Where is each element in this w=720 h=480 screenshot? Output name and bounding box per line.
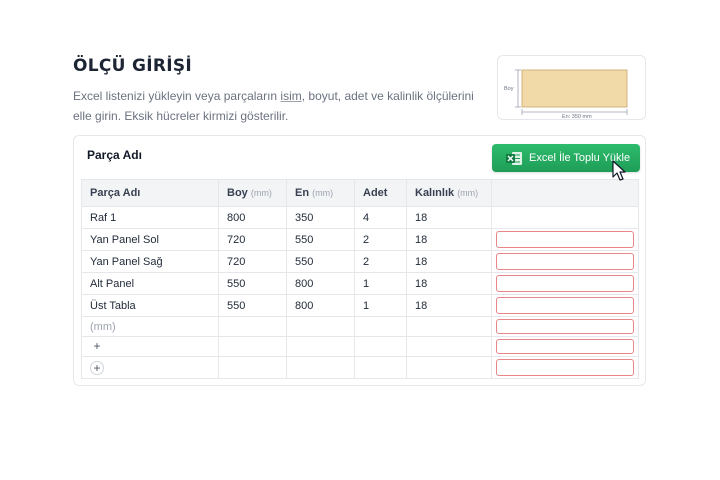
description-text: Excel listenizi yükleyin veya parçaların — [73, 89, 281, 103]
column-header-part-name[interactable]: Parça Adı — [81, 179, 219, 207]
cell-length[interactable]: 720 — [218, 250, 287, 273]
table-header-row: Parça Adı Boy (mm) En (mm) Adet Kalınlık… — [81, 179, 639, 207]
panel-diagram-svg: Boy En: 350 mm — [504, 69, 628, 120]
empty-cell[interactable] — [286, 316, 355, 337]
empty-row: (mm) — [81, 316, 639, 337]
cell-width[interactable]: 550 — [286, 228, 355, 251]
missing-cell[interactable] — [491, 336, 639, 357]
empty-cell[interactable] — [286, 336, 355, 357]
empty-cell[interactable] — [354, 336, 407, 357]
cell-width[interactable]: 350 — [286, 206, 355, 229]
column-header-quantity[interactable]: Adet — [354, 179, 407, 207]
add-row-cell: + — [81, 356, 219, 379]
missing-cell[interactable] — [491, 294, 639, 317]
cell-part-name[interactable]: Yan Panel Sol — [81, 228, 219, 251]
cell-quantity[interactable]: 2 — [354, 228, 407, 251]
cell-thickness[interactable]: 18 — [406, 250, 492, 273]
excel-icon — [506, 151, 523, 166]
missing-cell-input[interactable] — [496, 359, 634, 376]
table-row: Raf 1 800 350 4 18 — [81, 206, 639, 229]
cell-part-name[interactable]: Üst Tabla — [81, 294, 219, 317]
cell-width[interactable]: 800 — [286, 294, 355, 317]
missing-cell-input[interactable] — [496, 231, 634, 248]
mouse-pointer-icon — [612, 160, 626, 181]
add-row: + — [81, 336, 639, 357]
add-row-button[interactable]: + — [90, 360, 104, 375]
missing-cell-input[interactable] — [496, 339, 634, 354]
dimension-diagram: Boy En: 350 mm — [497, 55, 646, 120]
empty-cell[interactable] — [406, 336, 492, 357]
cell-thickness[interactable]: 18 — [406, 272, 492, 295]
missing-cell-input[interactable] — [496, 275, 634, 292]
missing-cell[interactable] — [491, 250, 639, 273]
description-link[interactable]: isim — [280, 89, 301, 103]
diagram-height-label: Boy — [504, 86, 514, 92]
column-header-thickness[interactable]: Kalınlık (mm) — [406, 179, 492, 207]
missing-cell-input[interactable] — [496, 297, 634, 314]
card-title: Parça Adı — [87, 148, 142, 162]
diagram-width-label: En: 350 mm — [562, 114, 592, 120]
column-header-length[interactable]: Boy (mm) — [218, 179, 287, 207]
cell-thickness[interactable]: 18 — [406, 294, 492, 317]
missing-cell[interactable] — [491, 316, 639, 337]
add-row-cell: + — [81, 336, 219, 357]
missing-cell-input[interactable] — [496, 253, 634, 270]
column-header-extra — [491, 179, 639, 207]
table-row: Yan Panel Sol 720 550 2 18 — [81, 228, 639, 251]
panel-shape — [521, 69, 628, 108]
empty-cell[interactable] — [354, 316, 407, 337]
empty-cell[interactable] — [286, 356, 355, 379]
empty-cell[interactable] — [406, 316, 492, 337]
cell-quantity[interactable]: 2 — [354, 250, 407, 273]
empty-cell[interactable] — [406, 356, 492, 379]
empty-cell[interactable] — [218, 336, 287, 357]
cell-thickness[interactable]: 18 — [406, 228, 492, 251]
column-header-width[interactable]: En (mm) — [286, 179, 355, 207]
cell-length[interactable]: 800 — [218, 206, 287, 229]
missing-cell-input[interactable] — [496, 319, 634, 334]
cell-extra[interactable] — [491, 206, 639, 229]
cell-length[interactable]: 720 — [218, 228, 287, 251]
empty-row-unit-hint[interactable]: (mm) — [81, 316, 219, 337]
missing-cell[interactable] — [491, 272, 639, 295]
table-row: Yan Panel Sağ 720 550 2 18 — [81, 250, 639, 273]
add-row: + — [81, 356, 639, 379]
cell-width[interactable]: 800 — [286, 272, 355, 295]
cell-quantity[interactable]: 1 — [354, 294, 407, 317]
cell-part-name[interactable]: Alt Panel — [81, 272, 219, 295]
page-title: ÖLÇÜ GİRİŞİ — [73, 56, 193, 76]
cell-part-name[interactable]: Raf 1 — [81, 206, 219, 229]
missing-cell[interactable] — [491, 356, 639, 379]
empty-cell[interactable] — [354, 356, 407, 379]
empty-cell[interactable] — [218, 356, 287, 379]
cell-length[interactable]: 550 — [218, 272, 287, 295]
missing-cell[interactable] — [491, 228, 639, 251]
cell-quantity[interactable]: 1 — [354, 272, 407, 295]
parts-table: Parça Adı Boy (mm) En (mm) Adet Kalınlık… — [81, 179, 639, 379]
table-row: Alt Panel 550 800 1 18 — [81, 272, 639, 295]
cell-part-name[interactable]: Yan Panel Sağ — [81, 250, 219, 273]
cell-length[interactable]: 550 — [218, 294, 287, 317]
cell-thickness[interactable]: 18 — [406, 206, 492, 229]
add-row-button[interactable]: + — [90, 339, 104, 354]
empty-cell[interactable] — [218, 316, 287, 337]
cell-quantity[interactable]: 4 — [354, 206, 407, 229]
table-row: Üst Tabla 550 800 1 18 — [81, 294, 639, 317]
page-description: Excel listenizi yükleyin veya parçaların… — [73, 86, 483, 126]
cell-width[interactable]: 550 — [286, 250, 355, 273]
